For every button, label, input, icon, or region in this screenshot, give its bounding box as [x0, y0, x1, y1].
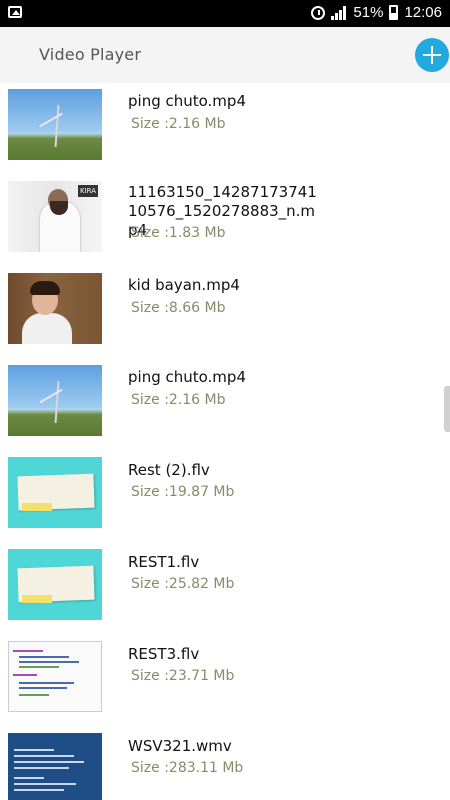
status-bar: 51% 12:06 — [0, 0, 450, 27]
video-thumbnail — [8, 457, 102, 528]
video-name: kid bayan.mp4 — [128, 276, 240, 294]
app-bar: Video Player — [0, 27, 450, 83]
video-size: Size :283.11 Mb — [131, 760, 244, 776]
video-size: Size :23.71 Mb — [131, 668, 235, 684]
video-size: Size :1.83 Mb — [131, 225, 226, 241]
add-video-button[interactable] — [415, 38, 449, 72]
video-list: ping chuto.mp4 Size :2.16 Mb KIRA 111631… — [0, 83, 450, 800]
video-size: Size :8.66 Mb — [131, 300, 226, 316]
battery-icon — [389, 5, 399, 20]
video-name: ping chuto.mp4 — [128, 368, 246, 386]
list-item[interactable]: REST3.flv Size :23.71 Mb — [0, 635, 450, 727]
video-thumbnail: KIRA — [8, 181, 102, 252]
video-thumbnail — [8, 365, 102, 436]
alarm-icon — [311, 5, 326, 20]
list-item[interactable]: ping chuto.mp4 Size :2.16 Mb — [0, 359, 450, 451]
video-thumbnail — [8, 733, 102, 800]
battery-percent: 51% — [353, 4, 384, 21]
video-thumbnail — [8, 549, 102, 620]
list-item[interactable]: REST1.flv Size :25.82 Mb — [0, 543, 450, 635]
video-thumbnail — [8, 641, 102, 712]
video-size: Size :19.87 Mb — [131, 484, 235, 500]
list-item[interactable]: ping chuto.mp4 Size :2.16 Mb — [0, 83, 450, 175]
list-item[interactable]: WSV321.wmv Size :283.11 Mb — [0, 727, 450, 800]
video-thumbnail — [8, 89, 102, 160]
video-thumbnail — [8, 273, 102, 344]
video-name: Rest (2).flv — [128, 461, 210, 479]
video-size: Size :2.16 Mb — [131, 392, 226, 408]
video-name: WSV321.wmv — [128, 737, 232, 755]
video-name: REST3.flv — [128, 645, 200, 663]
video-size: Size :25.82 Mb — [131, 576, 235, 592]
video-name: REST1.flv — [128, 553, 200, 571]
list-item[interactable]: Rest (2).flv Size :19.87 Mb — [0, 451, 450, 543]
list-item[interactable]: kid bayan.mp4 Size :8.66 Mb — [0, 267, 450, 359]
signal-icon — [331, 5, 347, 20]
fast-scroll-handle[interactable] — [444, 386, 450, 432]
video-size: Size :2.16 Mb — [131, 116, 226, 132]
gallery-notification-icon — [8, 6, 22, 18]
page-title: Video Player — [39, 45, 142, 64]
video-name: ping chuto.mp4 — [128, 92, 246, 110]
clock: 12:06 — [404, 4, 442, 21]
list-item[interactable]: KIRA 11163150_1428717374110576_152027888… — [0, 175, 450, 267]
